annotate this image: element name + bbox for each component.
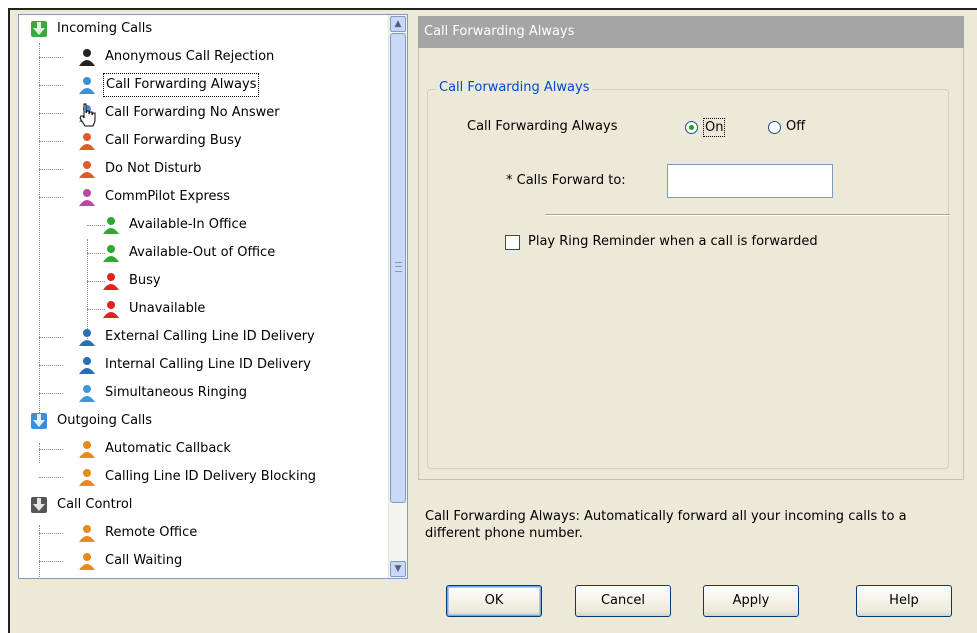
on-label[interactable]: On (703, 118, 726, 137)
call-waiting-icon (77, 551, 97, 571)
automatic-callback-icon (77, 439, 97, 459)
ring-reminder-label[interactable]: Play Ring Reminder when a call is forwar… (528, 234, 818, 249)
tree-item-label: Incoming Calls (57, 21, 153, 36)
tree-item-label: Calling Line ID Delivery Blocking (105, 469, 317, 484)
id-blocking-icon (77, 467, 97, 487)
group-title: Call Forwarding Always (436, 79, 593, 97)
tree-item-label: Simultaneous Ringing (105, 385, 248, 400)
tree-connector (87, 239, 88, 339)
commpilot-express-icon (77, 187, 97, 207)
off-radio[interactable] (768, 121, 781, 134)
tree-connector (39, 449, 63, 450)
unavailable-icon (101, 299, 121, 319)
tree-item-label: CommPilot Express (105, 189, 231, 204)
internal-id-icon (77, 355, 97, 375)
tree-connector (39, 477, 63, 478)
tree-connector (39, 43, 40, 423)
tree-item-label: Call Waiting (105, 553, 183, 568)
hand-cursor-icon (79, 103, 96, 127)
tree-item-label: Outgoing Calls (57, 413, 153, 428)
feature-description: Call Forwarding Always: Automatically fo… (425, 509, 907, 541)
do-not-disturb-icon (77, 159, 97, 179)
tree-item-label: Remote Office (105, 525, 198, 540)
tree-item-label: Call Control (57, 497, 133, 512)
simultaneous-ringing-icon (77, 383, 97, 403)
tree-connector (39, 57, 63, 58)
tree-connector (39, 113, 63, 114)
feature-tree[interactable]: Incoming Calls Anonymous Call Rejection Ca… (18, 14, 408, 579)
apply-button[interactable]: Apply (703, 585, 799, 617)
forwarding-busy-icon (77, 131, 97, 151)
tree-connector (39, 337, 63, 338)
tree-connector (39, 393, 63, 394)
forwarding-always-icon (77, 75, 97, 95)
help-button[interactable]: Help (856, 585, 952, 617)
tree-connector (39, 197, 63, 198)
panel-header: Call Forwarding Always (418, 16, 964, 48)
off-label[interactable]: Off (786, 119, 805, 134)
tree-item-label: Call Forwarding Busy (105, 133, 242, 148)
radio-selected-dot (689, 125, 694, 130)
tree-item-label: Call Forwarding Always (103, 73, 260, 97)
tree-item-label: Available-Out of Office (129, 245, 276, 260)
tree-connector (39, 169, 63, 170)
phone-icon (29, 495, 49, 515)
available-out-of-office-icon (101, 243, 121, 263)
tree-item-label: Automatic Callback (105, 441, 231, 456)
on-radio[interactable] (685, 121, 698, 134)
forward-to-input[interactable] (667, 164, 833, 198)
tree-item-label: Anonymous Call Rejection (105, 49, 275, 64)
tree-item-label: External Calling Line ID Delivery (105, 329, 315, 344)
tree-connector (39, 141, 63, 142)
scroll-up-button[interactable]: ▲ (390, 16, 406, 32)
tree-connector (39, 85, 63, 86)
settings-group (427, 89, 949, 469)
toggle-label: Call Forwarding Always (467, 119, 618, 134)
remote-office-icon (77, 523, 97, 543)
scroll-down-button[interactable]: ▼ (390, 561, 406, 577)
tree-connector (39, 533, 63, 534)
busy-icon (101, 271, 121, 291)
green-down-arrow-icon (29, 19, 49, 39)
separator (545, 214, 950, 216)
available-in-office-icon (101, 215, 121, 235)
ok-button[interactable]: OK (446, 585, 542, 617)
tree-item-label: Available-In Office (129, 217, 247, 232)
tree-item-label: Unavailable (129, 301, 206, 316)
scroll-grip-icon (395, 262, 402, 272)
outgoing-house-icon (29, 411, 49, 431)
tree-item-label: Call Forwarding No Answer (105, 105, 280, 120)
cancel-button[interactable]: Cancel (575, 585, 671, 617)
tree-item-label: Internal Calling Line ID Delivery (105, 357, 311, 372)
anonymous-rejection-icon (77, 47, 97, 67)
tree-connector (39, 561, 63, 562)
tree-scrollbar[interactable]: ▲ ▼ (388, 15, 407, 578)
ring-reminder-checkbox[interactable] (505, 235, 520, 250)
external-id-icon (77, 327, 97, 347)
tree-item-label: Do Not Disturb (105, 161, 202, 176)
tree-connector (39, 443, 40, 463)
tree-item-label: Busy (129, 273, 161, 288)
scroll-thumb[interactable] (390, 33, 406, 503)
tree-connector (39, 365, 63, 366)
tree-content: Incoming Calls Anonymous Call Rejection Ca… (19, 15, 389, 578)
forward-to-label: * Calls Forward to: (506, 173, 626, 188)
